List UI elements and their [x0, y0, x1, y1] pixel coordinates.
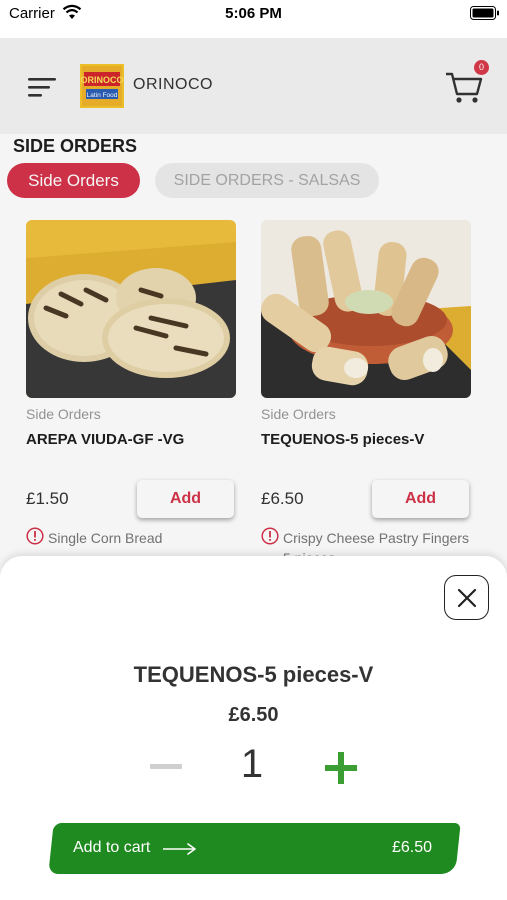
- sheet-product-name: TEQUENOS-5 pieces-V: [133, 662, 374, 687]
- minus-icon: [150, 764, 182, 769]
- sheet-product-price: £6.50: [228, 704, 279, 726]
- quantity-value: 1: [240, 742, 264, 786]
- add-to-cart-label: Add to cart: [73, 839, 151, 856]
- cart-total: £6.50: [391, 839, 432, 856]
- add-to-cart-button[interactable]: Add to cart £6.50: [48, 823, 461, 874]
- status-bar: Carrier 5:06 PM: [0, 0, 507, 38]
- decrease-quantity-button[interactable]: [150, 755, 182, 779]
- plus-icon: [338, 752, 344, 784]
- clock: 5:06 PM: [225, 5, 282, 22]
- arrow-right-icon: [163, 843, 196, 855]
- battery-icon: [470, 6, 499, 20]
- product-bottom-sheet: TEQUENOS-5 pieces-V £6.50 1 Add to cart …: [0, 556, 507, 900]
- close-icon: [457, 588, 477, 608]
- increase-quantity-button[interactable]: [325, 752, 357, 784]
- close-button[interactable]: [444, 575, 489, 620]
